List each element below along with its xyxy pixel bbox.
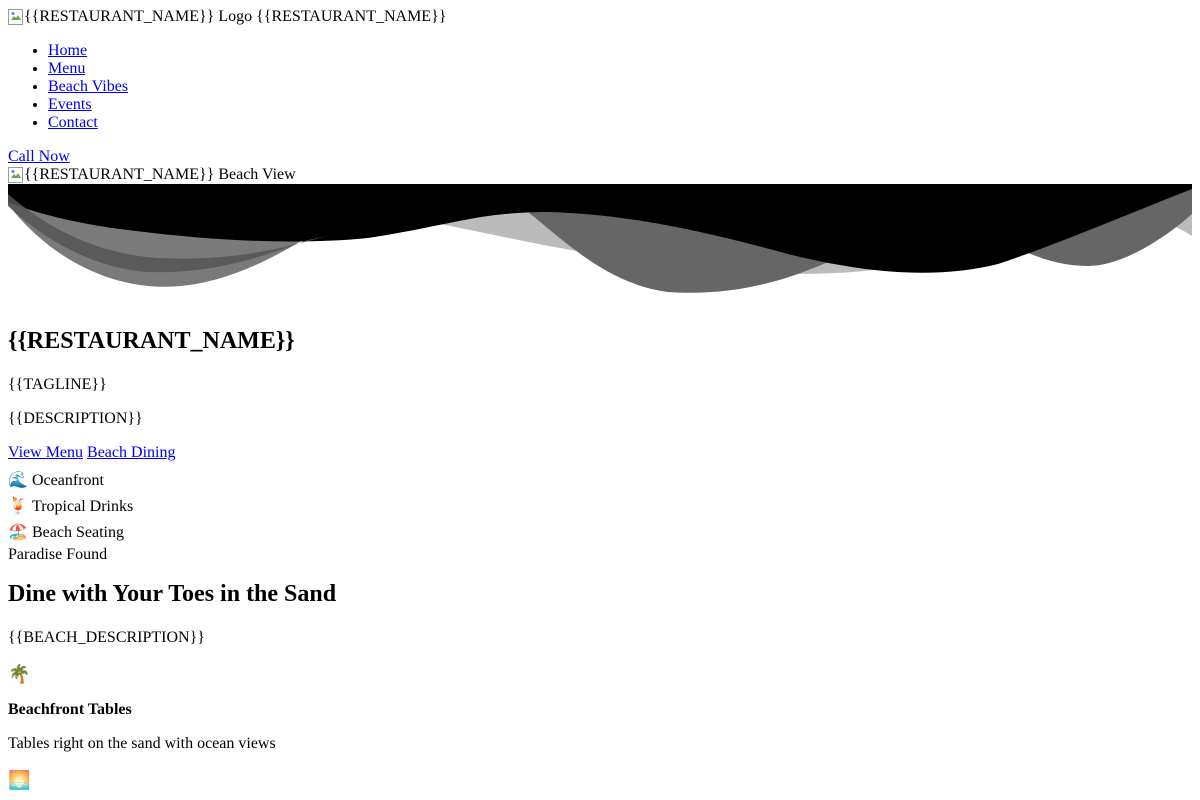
- nav-link-menu[interactable]: Menu: [48, 60, 85, 77]
- feature-label: Beach Seating: [32, 524, 124, 541]
- nav-item-events: Events: [48, 96, 1192, 114]
- hero-title: {{RESTAURANT_NAME}}: [8, 328, 295, 354]
- palm-tree-icon: 🌴: [8, 664, 31, 684]
- nav-link-contact[interactable]: Contact: [48, 114, 98, 131]
- hero-image: {{RESTAURANT_NAME}} Beach View: [8, 166, 1192, 184]
- hero-description: {{DESCRIPTION}}: [8, 410, 143, 427]
- feature-oceanfront: 🌊 Oceanfront: [8, 468, 1192, 494]
- view-menu-button[interactable]: View Menu: [8, 444, 83, 461]
- hero-image-alt-text: {{RESTAURANT_NAME}} Beach View: [24, 166, 296, 183]
- call-now-row: Call Now: [8, 148, 1192, 166]
- nav-item-contact: Contact: [48, 114, 1192, 132]
- card-title: Beachfront Tables: [8, 701, 132, 718]
- logo-alt-text: {{RESTAURANT_NAME}} Logo: [24, 8, 253, 25]
- broken-image-icon: [8, 167, 24, 183]
- beach-dining-button[interactable]: Beach Dining: [87, 444, 175, 461]
- beach-umbrella-icon: 🏖️: [8, 524, 28, 541]
- nav-link-home[interactable]: Home: [48, 42, 87, 59]
- nav-item-home: Home: [48, 42, 1192, 60]
- nav-item-beach-vibes: Beach Vibes: [48, 78, 1192, 96]
- feature-label: Tropical Drinks: [32, 498, 134, 515]
- broken-image-icon: [8, 9, 24, 25]
- card-text: Tables right on the sand with ocean view…: [8, 735, 276, 752]
- hero-tagline: {{TAGLINE}}: [8, 376, 107, 393]
- hero-cta-row: View Menu Beach Dining: [8, 444, 1192, 462]
- feature-tropical-drinks: 🍹 Tropical Drinks: [8, 494, 1192, 520]
- wave-divider: [8, 184, 1192, 293]
- nav-link-events[interactable]: Events: [48, 96, 92, 113]
- sunset-icon: 🌅: [8, 770, 31, 790]
- feature-label: Oceanfront: [32, 472, 104, 489]
- main-nav: Home Menu Beach Vibes Events Contact: [8, 42, 1192, 132]
- section-title: Dine with Your Toes in the Sand: [8, 581, 337, 607]
- site-name: {{RESTAURANT_NAME}}: [256, 8, 447, 25]
- nav-link-beach-vibes[interactable]: Beach Vibes: [48, 78, 128, 95]
- feature-beach-seating: 🏖️ Beach Seating: [8, 520, 1192, 546]
- section-eyebrow: Paradise Found: [8, 546, 108, 563]
- call-now-button[interactable]: Call Now: [8, 148, 70, 165]
- header-logo: {{RESTAURANT_NAME}} Logo {{RESTAURANT_NA…: [8, 8, 1192, 26]
- wave-icon: 🌊: [8, 472, 28, 489]
- section-description: {{BEACH_DESCRIPTION}}: [8, 629, 205, 646]
- tropical-drink-icon: 🍹: [8, 498, 28, 515]
- nav-item-menu: Menu: [48, 60, 1192, 78]
